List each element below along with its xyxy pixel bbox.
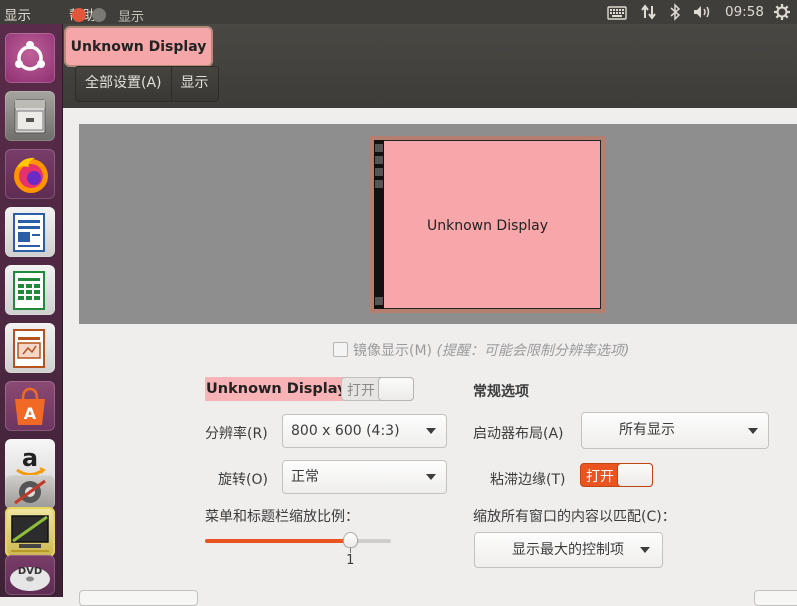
toggle-knob [617,463,653,487]
launcher-placement-value: 所有显示 [619,422,675,438]
svg-text:A: A [24,404,37,423]
sticky-edges-label: 粘滞边缘(T) [490,472,566,488]
scale-value: 1 [346,553,355,568]
launcher: A a DVD [0,24,63,597]
cutoff-button-right[interactable] [754,590,797,606]
breadcrumb-all-settings[interactable]: 全部设置(A) [76,67,172,101]
chevron-down-icon [640,547,650,553]
chevron-down-icon [426,474,436,480]
impress-icon[interactable] [5,323,55,373]
system-settings-icon[interactable] [5,475,55,509]
writer-icon[interactable] [5,207,55,257]
scale-slider-fill [205,539,351,543]
display-power-toggle[interactable]: 打开 [341,377,414,401]
launcher-placement-combo[interactable]: 所有显示 [581,412,769,449]
volume-icon[interactable] [692,3,714,25]
resolution-value: 800 x 600 (4:3) [291,423,400,439]
toggle-knob [378,377,414,401]
mirror-displays: 镜像显示(M) (提醒：可能会限制分辨率选项) [333,340,629,360]
close-window-button[interactable] [72,8,86,22]
launcher-placement-label: 启动器布局(A) [473,426,564,442]
files-icon[interactable] [5,91,55,141]
rotation-value: 正常 [291,469,319,485]
firefox-icon[interactable] [5,149,55,199]
menu-display[interactable]: 显示 [4,4,31,24]
bluetooth-icon[interactable] [668,3,682,25]
scale-label: 菜单和标题栏缩放比例： [205,509,359,525]
scale-all-combo[interactable]: 显示最大的控制项 [474,532,663,568]
clock[interactable]: 09:58 [725,4,764,20]
dvd-icon[interactable]: DVD [5,555,55,595]
sticky-edges-toggle[interactable]: 打开 [580,463,653,487]
general-options-heading: 常规选项 [473,384,529,400]
launcher-tooltip: Unknown Display [64,26,213,67]
chevron-down-icon [426,428,436,434]
resolution-combo[interactable]: 800 x 600 (4:3) [282,414,447,448]
ubuntu-dash-icon[interactable] [5,33,55,83]
network-icon[interactable] [640,3,658,25]
sticky-edges-toggle-label: 打开 [586,469,614,485]
chevron-down-icon [748,428,758,434]
svg-text:a: a [22,444,38,472]
cutoff-button-left[interactable] [79,590,198,606]
software-center-icon[interactable]: A [5,381,55,431]
scale-all-value: 显示最大的控制项 [512,542,624,558]
power-gear-icon[interactable] [773,3,791,25]
rotation-combo[interactable]: 正常 [282,460,447,494]
scale-slider-handle[interactable] [343,532,359,548]
mirror-checkbox[interactable] [333,342,348,357]
rotation-label: 旋转(O) [218,472,268,488]
breadcrumb: 全部设置(A) 显示 [75,66,219,102]
scale-all-label: 缩放所有窗口的内容以匹配(C)： [473,509,676,525]
mirror-label: 镜像显示(M) [353,343,433,359]
keyboard-icon[interactable] [607,3,627,25]
minimize-window-button[interactable] [92,8,106,22]
display-power-toggle-label: 打开 [347,383,375,399]
display-settings-icon[interactable] [5,507,55,557]
calc-icon[interactable] [5,265,55,315]
monitor-label: Unknown Display [426,218,549,234]
resolution-label: 分辨率(R) [205,426,268,442]
display-name: Unknown Display [205,377,348,401]
monitor-preview[interactable]: Unknown Display [370,136,605,313]
svg-text:DVD: DVD [18,566,42,577]
window-title: 显示 [118,10,145,25]
mirror-hint: (提醒：可能会限制分辨率选项) [436,343,630,359]
breadcrumb-display[interactable]: 显示 [172,67,218,101]
